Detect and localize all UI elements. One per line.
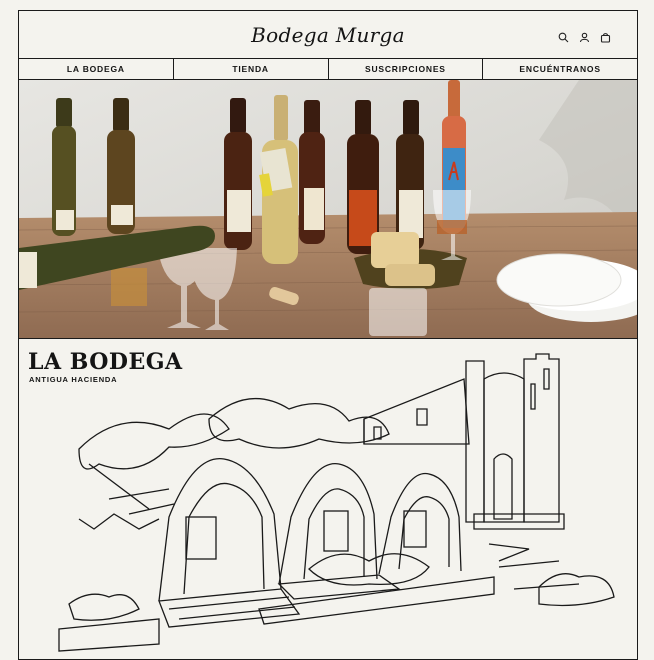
nav-tienda[interactable]: TIENDA — [174, 59, 329, 79]
cart-icon[interactable] — [600, 30, 611, 43]
la-bodega-section: LA BODEGA ANTIGUA HACIENDA — [19, 339, 637, 659]
search-icon[interactable] — [558, 30, 569, 43]
winery-illustration — [58, 353, 615, 652]
brand-logo[interactable]: Bodega Murga — [19, 23, 637, 47]
hero-wine-photo — [19, 80, 637, 338]
nav-encuentranos[interactable]: ENCUÉNTRANOS — [483, 59, 637, 79]
main-nav: LA BODEGA TIENDA SUSCRIPCIONES ENCUÉNTRA… — [19, 59, 637, 80]
nav-la-bodega[interactable]: LA BODEGA — [19, 59, 174, 79]
hero-image — [19, 80, 637, 339]
account-icon[interactable] — [579, 30, 590, 43]
header-icons — [558, 30, 611, 43]
site-header: Bodega Murga — [19, 11, 637, 59]
page-frame: Bodega Murga LA BODEGA TIENDA SUSCRIPCIO… — [18, 10, 638, 660]
nav-suscripciones[interactable]: SUSCRIPCIONES — [329, 59, 484, 79]
